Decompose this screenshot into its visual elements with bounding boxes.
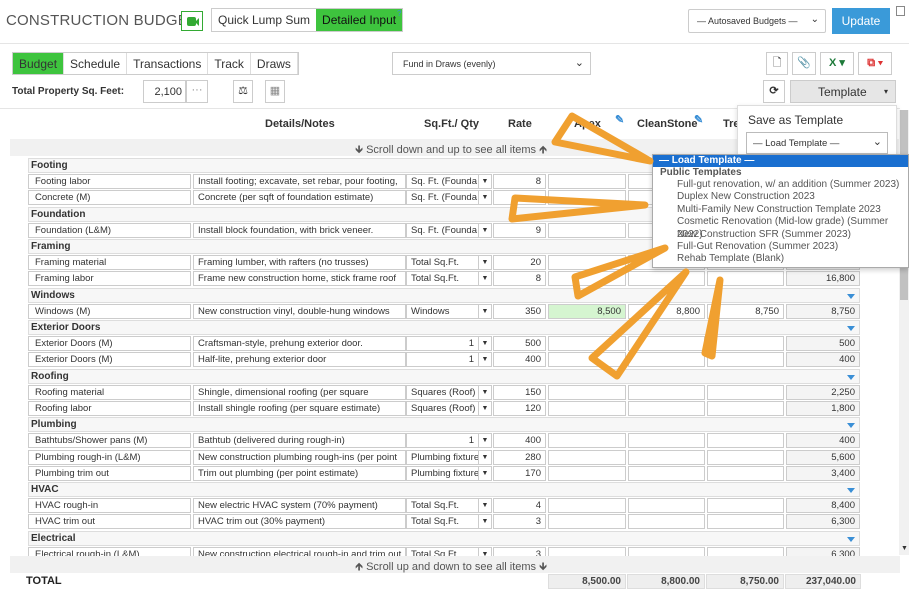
annotation-arrow <box>701 276 724 360</box>
annotation-arrows <box>508 112 724 380</box>
annotation-arrow <box>551 112 654 165</box>
annotation-arrow <box>571 244 669 300</box>
annotation-arrow <box>508 194 649 223</box>
annotation-arrow <box>588 268 690 380</box>
